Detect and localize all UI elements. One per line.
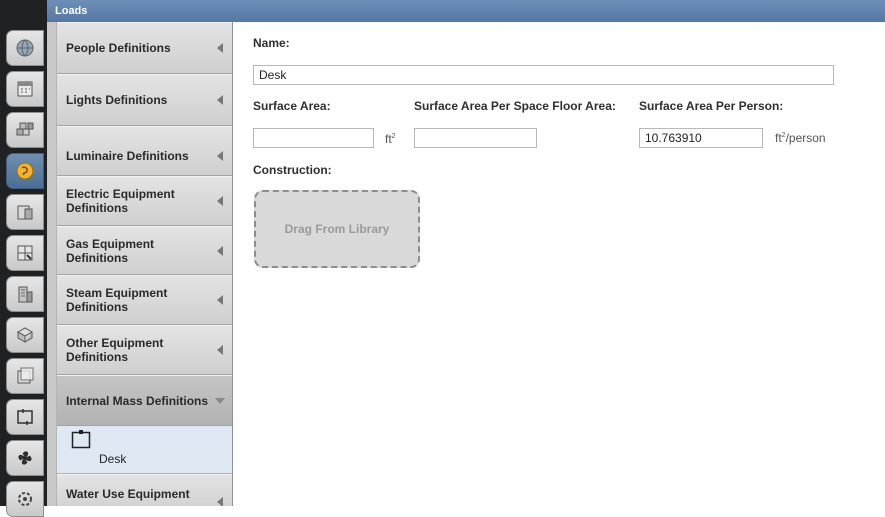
list-item-label: Desk [99,452,127,466]
collapse-arrow-icon [215,295,225,305]
name-label: Name: [253,36,290,50]
per-person-unit: ft2/person [775,131,826,145]
category-internal-mass-definitions[interactable]: Internal Mass Definitions [57,375,232,426]
category-gas-equipment-definitions[interactable]: Gas Equipment Definitions [57,226,232,275]
per-person-field[interactable] [639,128,763,148]
calendar-icon[interactable] [6,71,44,107]
category-label: Internal Mass Definitions [66,393,209,408]
surface-area-unit: ft2 [385,132,396,146]
drop-zone-label: Drag From Library [284,222,390,236]
thermal-zones-icon[interactable] [6,358,44,394]
per-floor-area-field[interactable] [414,128,537,148]
category-luminaire-definitions[interactable]: Luminaire Definitions [57,126,232,176]
space-types-icon[interactable] [6,194,44,230]
settings-icon[interactable] [6,481,44,517]
collapse-arrow-icon [215,497,225,506]
category-label: Water Use Equipment [66,487,190,501]
list-item-desk[interactable]: Desk [57,426,232,474]
category-label: Luminaire Definitions [66,149,189,163]
category-water-use-equipment[interactable]: Water Use Equipment [57,474,232,506]
category-people-definitions[interactable]: People Definitions [57,22,232,74]
construction-drop-zone[interactable]: Drag From Library [254,190,420,268]
collapse-arrow-icon [215,196,225,206]
hvac-systems-icon[interactable] [6,399,44,435]
load-definitions-list: People Definitions Lights Definitions Lu… [47,22,233,506]
collapse-arrow-icon [215,43,225,53]
category-label: Electric Equipment Definitions [66,187,175,215]
category-label: Gas Equipment Definitions [66,236,155,265]
expanded-arrow-icon [215,396,225,406]
construction-label: Construction: [253,163,332,177]
fan-icon[interactable] [6,440,44,476]
geometry-icon[interactable] [6,235,44,271]
spaces-icon[interactable] [6,317,44,353]
category-steam-equipment-definitions[interactable]: Steam Equipment Definitions [57,275,232,325]
category-label: People Definitions [66,41,171,55]
category-label: Other Equipment Definitions [66,336,164,364]
per-person-label: Surface Area Per Person: [639,99,784,113]
building-blocks-icon[interactable] [6,112,44,148]
internal-mass-icon [71,429,91,449]
list-edge-stripe [47,22,57,506]
name-field[interactable] [253,65,834,85]
globe-icon[interactable] [6,30,44,66]
collapse-arrow-icon [215,245,225,256]
category-other-equipment-definitions[interactable]: Other Equipment Definitions [57,325,232,375]
category-label: Steam Equipment Definitions [66,286,168,314]
category-lights-definitions[interactable]: Lights Definitions [57,74,232,126]
category-electric-equipment-definitions[interactable]: Electric Equipment Definitions [57,176,232,226]
category-label: Lights Definitions [66,93,168,107]
inspector-pane: Name: Surface Area: ft2 Surface Area Per… [233,22,885,506]
per-floor-area-label: Surface Area Per Space Floor Area: [414,99,616,113]
surface-area-label: Surface Area: [253,99,331,113]
collapse-arrow-icon [215,345,225,355]
vertical-tab-strip [0,0,47,517]
collapse-arrow-icon [215,151,225,161]
app-window: Loads People Definitions Lights Definiti… [0,0,885,517]
surface-area-field[interactable] [253,128,374,148]
loads-icon[interactable] [6,153,44,189]
window-title: Loads [47,0,885,22]
facility-icon[interactable] [6,276,44,312]
collapse-arrow-icon [215,95,225,105]
